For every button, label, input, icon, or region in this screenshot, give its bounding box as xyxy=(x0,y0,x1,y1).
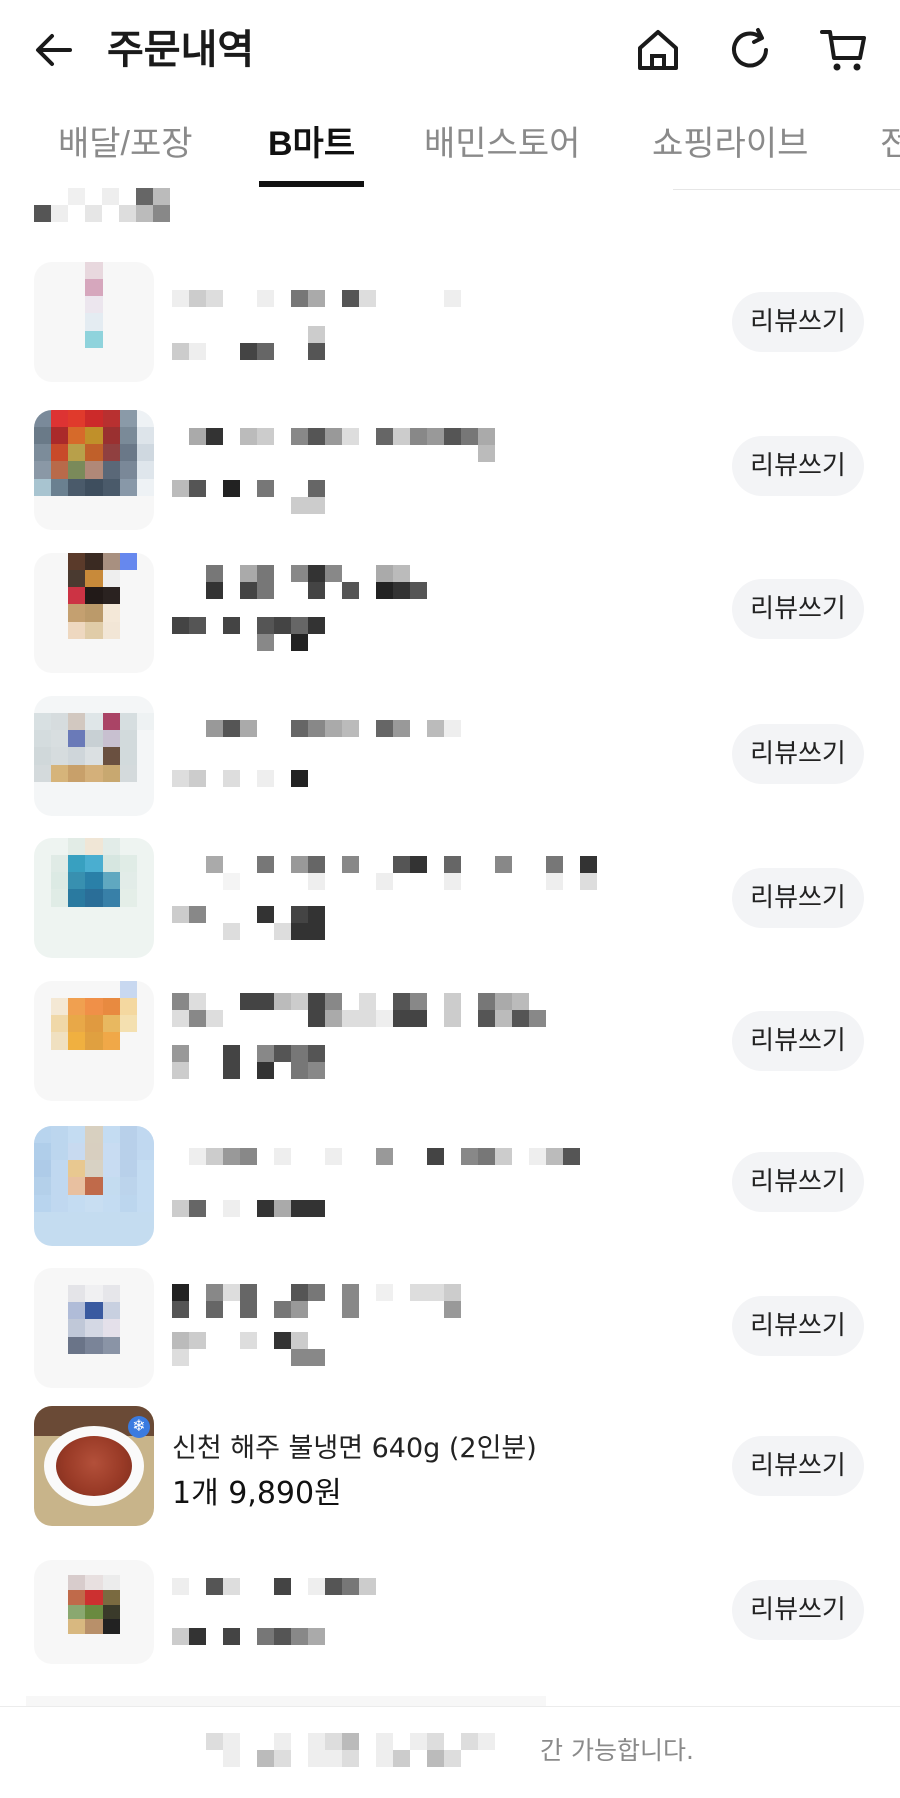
refresh-icon[interactable] xyxy=(724,24,776,76)
product-price-masked xyxy=(172,906,325,940)
product-thumbnail: ❄ xyxy=(34,1406,154,1526)
order-item: 리뷰쓰기 xyxy=(0,696,900,839)
tabs-divider xyxy=(673,189,900,190)
product-name-masked xyxy=(172,1578,376,1595)
product-name-masked xyxy=(172,1148,580,1165)
product-name-masked xyxy=(172,565,444,599)
order-item: 리뷰쓰기 xyxy=(0,981,900,1124)
write-review-button[interactable]: 리뷰쓰기 xyxy=(732,1580,864,1640)
product-thumbnail xyxy=(34,410,154,530)
order-item: 리뷰쓰기 xyxy=(0,262,900,405)
page-title: 주문내역 xyxy=(107,28,255,72)
order-item: ❄ 신천 해주 불냉면 640g (2인분) 1개 9,890원 리뷰쓰기 xyxy=(0,1406,900,1549)
write-review-button[interactable]: 리뷰쓰기 xyxy=(732,579,864,639)
product-thumbnail xyxy=(34,1268,154,1388)
product-thumbnail xyxy=(34,696,154,816)
product-name-masked xyxy=(172,720,461,737)
order-item: 리뷰쓰기 xyxy=(0,1126,900,1269)
product-price-masked xyxy=(172,1045,325,1079)
order-item: 리뷰쓰기 xyxy=(0,1560,900,1680)
tab-baemin-store[interactable]: 배민스토어 xyxy=(424,120,580,168)
notice-text: 간 가능합니다. xyxy=(540,1736,694,1765)
write-review-button[interactable]: 리뷰쓰기 xyxy=(732,1296,864,1356)
tab-bmart[interactable]: B마트 xyxy=(268,120,355,168)
tab-more[interactable]: 전 xyxy=(880,120,900,168)
product-price: 1개 9,890원 xyxy=(172,1476,342,1511)
order-item: 리뷰쓰기 xyxy=(0,410,900,553)
write-review-button[interactable]: 리뷰쓰기 xyxy=(732,1011,864,1071)
product-thumbnail xyxy=(34,553,154,673)
product-name-masked xyxy=(172,290,478,307)
order-date-masked xyxy=(34,188,170,222)
tab-delivery[interactable]: 배달/포장 xyxy=(58,120,193,168)
write-review-button[interactable]: 리뷰쓰기 xyxy=(732,1436,864,1496)
product-price-masked xyxy=(172,1332,325,1366)
product-thumbnail xyxy=(34,1126,154,1246)
product-name: 신천 해주 불냉면 640g (2인분) xyxy=(172,1433,537,1464)
product-name-masked xyxy=(172,1284,461,1318)
tab-shopping-live[interactable]: 쇼핑라이브 xyxy=(652,120,808,168)
product-thumbnail xyxy=(34,1560,154,1664)
bottom-notice-bar: 간 가능합니다. xyxy=(0,1706,900,1798)
product-price-masked xyxy=(172,1628,325,1645)
product-price-masked xyxy=(172,1200,325,1217)
order-category-tabs: 배달/포장 B마트 배민스토어 쇼핑라이브 전 xyxy=(0,110,900,190)
back-arrow-icon[interactable] xyxy=(30,26,78,74)
product-price-masked xyxy=(172,480,325,514)
home-icon[interactable] xyxy=(632,24,684,76)
notice-text-masked xyxy=(206,1733,512,1767)
order-item: 리뷰쓰기 xyxy=(0,1268,900,1411)
write-review-button[interactable]: 리뷰쓰기 xyxy=(732,292,864,352)
order-item: 리뷰쓰기 xyxy=(0,553,900,696)
product-name-masked xyxy=(172,428,529,462)
product-name-masked xyxy=(172,993,546,1027)
write-review-button[interactable]: 리뷰쓰기 xyxy=(732,436,864,496)
app-header: 주문내역 xyxy=(0,0,900,100)
product-thumbnail xyxy=(34,262,154,382)
active-tab-indicator xyxy=(259,181,364,187)
product-thumbnail xyxy=(34,981,154,1101)
noodle-image xyxy=(56,1436,132,1496)
product-price-masked xyxy=(172,617,325,651)
write-review-button[interactable]: 리뷰쓰기 xyxy=(732,868,864,928)
product-name-masked xyxy=(172,856,597,890)
product-price-masked xyxy=(172,326,325,360)
frozen-badge-icon: ❄ xyxy=(128,1416,150,1438)
product-thumbnail xyxy=(34,838,154,958)
order-item: 리뷰쓰기 xyxy=(0,838,900,981)
cart-icon[interactable] xyxy=(818,24,870,76)
product-price-masked xyxy=(172,770,325,787)
write-review-button[interactable]: 리뷰쓰기 xyxy=(732,1152,864,1212)
write-review-button[interactable]: 리뷰쓰기 xyxy=(732,724,864,784)
